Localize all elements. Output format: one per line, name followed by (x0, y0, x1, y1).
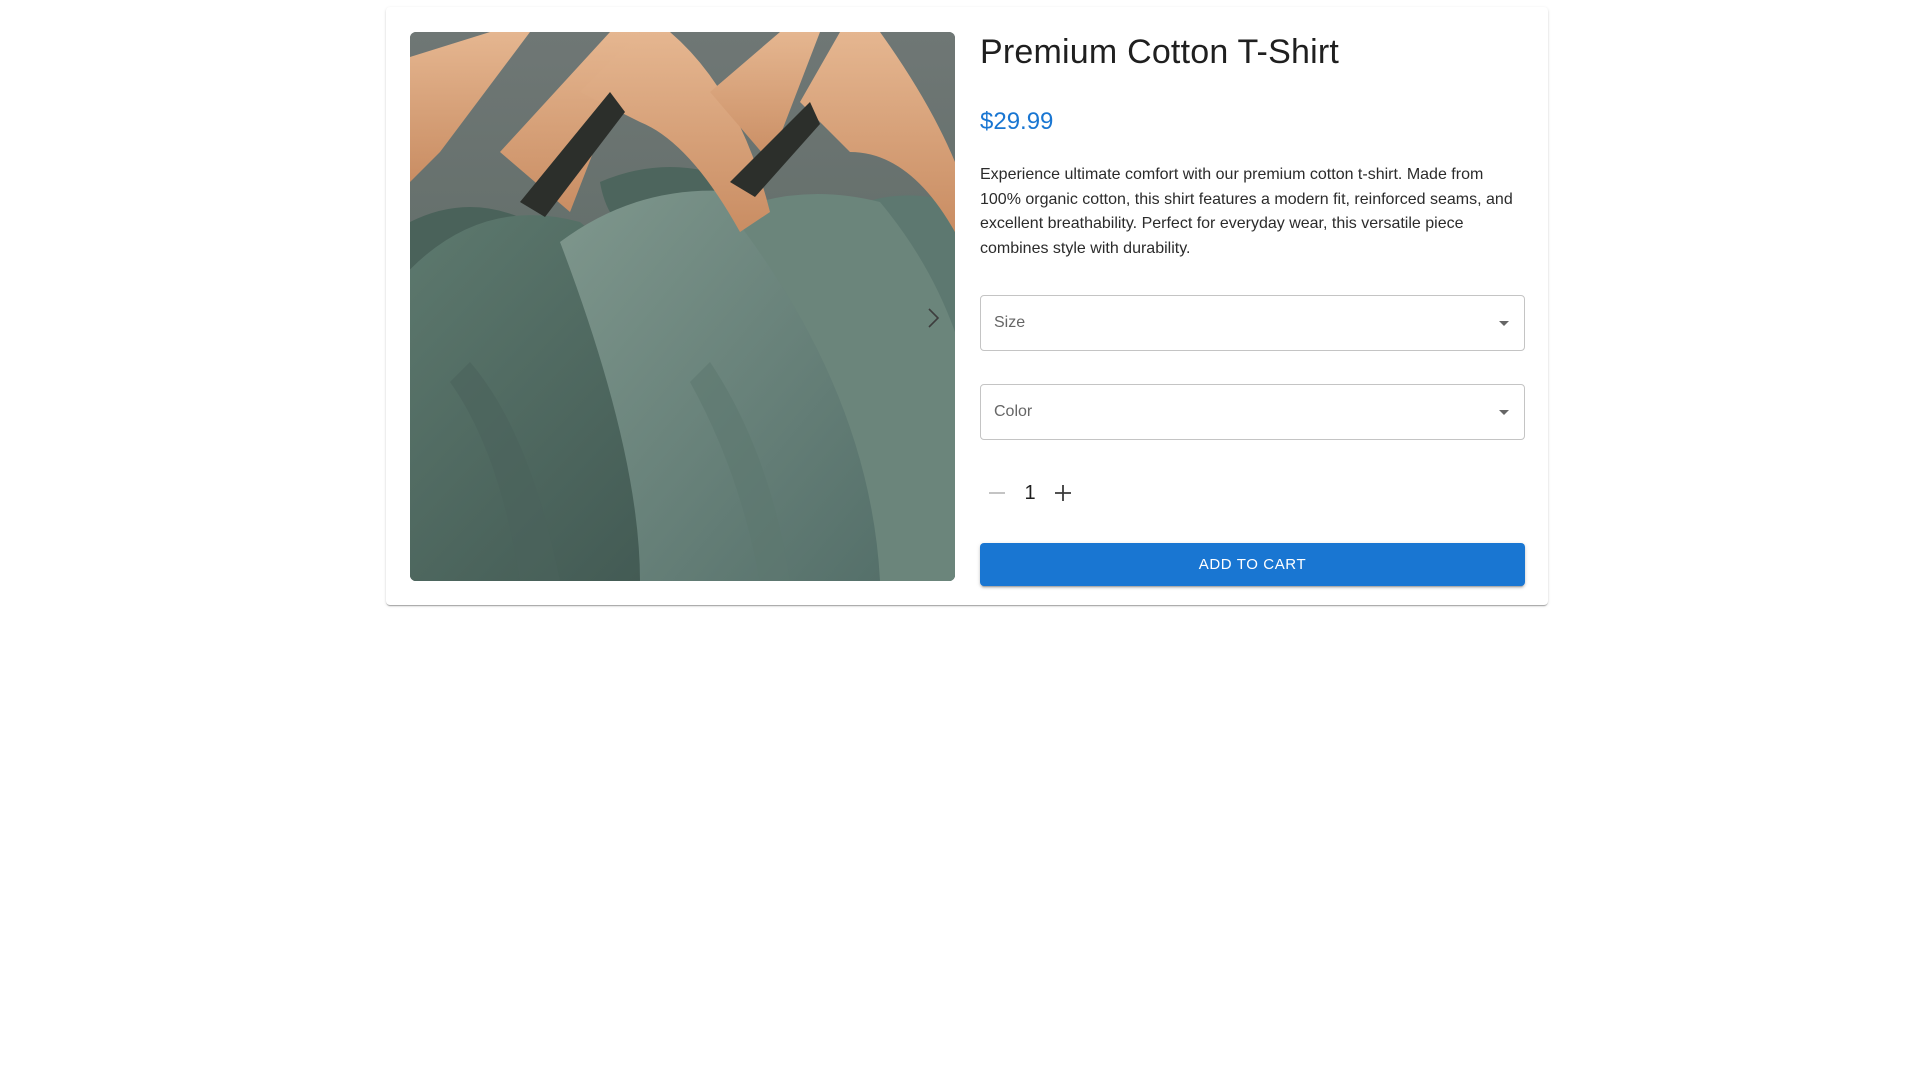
quantity-stepper: 1 (980, 473, 1080, 513)
product-price: $29.99 (980, 108, 1054, 135)
increment-quantity-button[interactable] (1046, 476, 1080, 510)
caret-down-icon (1499, 410, 1509, 415)
plus-icon (1055, 485, 1071, 501)
product-card: Premium Cotton T-Shirt $29.99 Experience… (386, 7, 1548, 605)
product-image-carousel (410, 32, 955, 581)
size-select[interactable]: Size (980, 295, 1525, 351)
quantity-value: 1 (1024, 481, 1036, 504)
caret-down-icon (1499, 321, 1509, 326)
color-select[interactable]: Color (980, 384, 1525, 440)
decrement-quantity-button[interactable] (980, 476, 1014, 510)
product-details: Premium Cotton T-Shirt $29.99 Experience… (980, 32, 1525, 586)
minus-icon (989, 492, 1005, 494)
chevron-right-icon[interactable] (921, 306, 945, 330)
product-photo (410, 32, 955, 581)
size-select-label: Size (994, 314, 1026, 331)
product-title: Premium Cotton T-Shirt (980, 33, 1339, 71)
color-select-label: Color (994, 403, 1033, 420)
product-description: Experience ultimate comfort with our pre… (980, 166, 1513, 257)
add-to-cart-button[interactable]: Add to cart (980, 543, 1525, 586)
